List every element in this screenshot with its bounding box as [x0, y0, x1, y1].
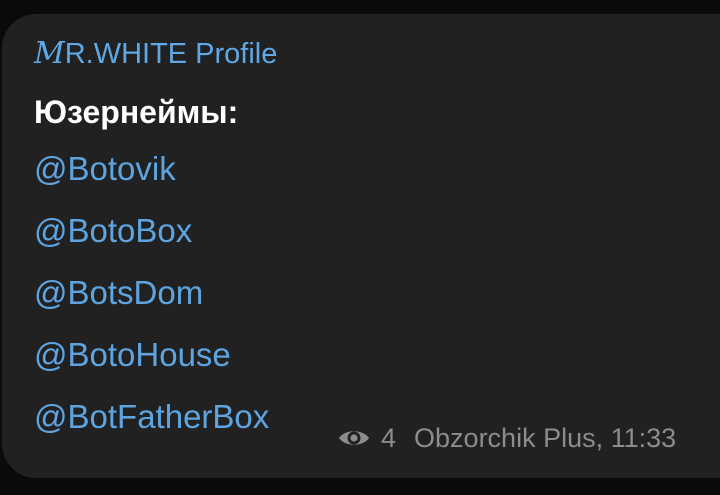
- author-profile-label: Profile: [195, 38, 278, 70]
- message-bubble: MR.WHITE Profile Юзернеймы: @Botovik @Bot…: [2, 14, 720, 478]
- message-meta: 4 Obzorchik Plus, 11:33: [337, 418, 676, 458]
- author-name[interactable]: MR.WHITE Profile: [34, 35, 720, 73]
- username-link-botobox[interactable]: @BotoBox: [34, 211, 720, 273]
- channel-and-time: Obzorchik Plus, 11:33: [414, 422, 677, 453]
- author-name-rest: R.WHITE: [64, 38, 188, 70]
- username-link-botsdom[interactable]: @BotsDom: [34, 273, 720, 335]
- username-link-botovik[interactable]: @Botovik: [34, 149, 720, 211]
- username-link-botohouse[interactable]: @BotoHouse: [34, 335, 720, 397]
- eye-icon: [339, 431, 369, 445]
- author-initial: M: [34, 36, 65, 71]
- message-title: Юзернеймы:: [34, 94, 239, 130]
- view-count: 4: [381, 422, 397, 453]
- username-list: @Botovik @BotoBox @BotsDom @BotoHouse @B…: [34, 149, 720, 459]
